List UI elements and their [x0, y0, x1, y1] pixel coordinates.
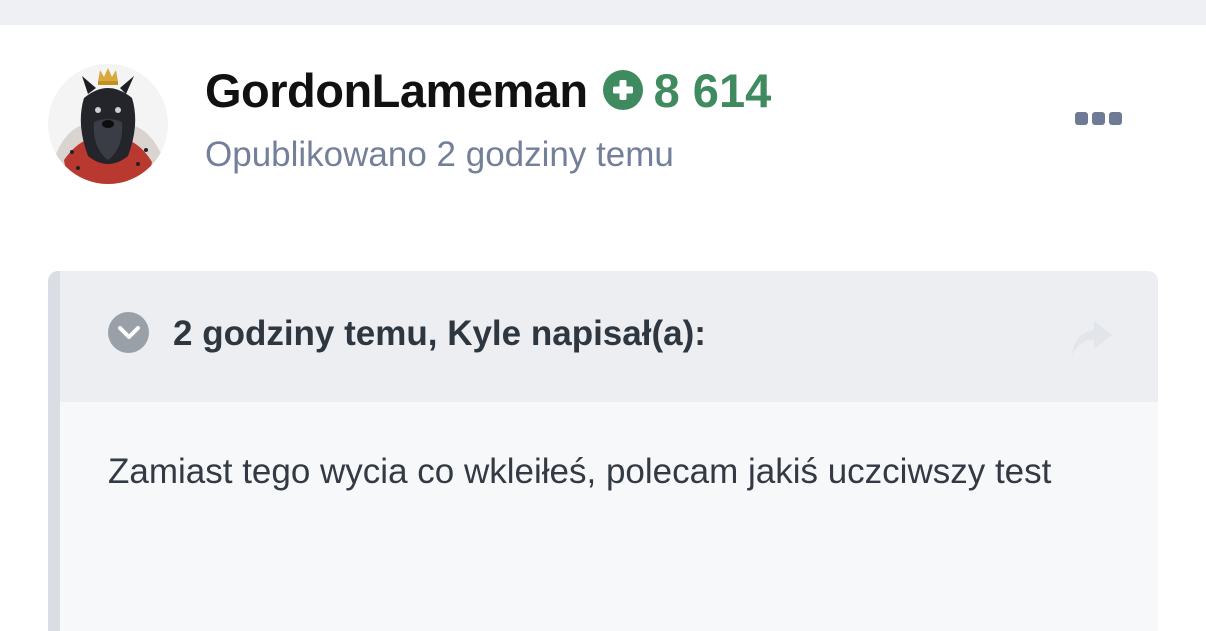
author-name[interactable]: GordonLameman — [205, 63, 588, 118]
plus-circle-icon — [602, 70, 643, 110]
reputation-badge[interactable]: 8 614 — [602, 63, 772, 118]
quote-citation[interactable]: 2 godziny temu, Kyle napisał(a): — [173, 314, 706, 354]
quote-body-text: Zamiast tego wycia co wkleiłeś, polecam … — [108, 452, 1052, 491]
more-options-button[interactable] — [1068, 106, 1128, 130]
avatar[interactable] — [48, 64, 168, 184]
quote-block: 2 godziny temu, Kyle napisał(a): Zamiast… — [48, 271, 1158, 631]
quote-toggle-button[interactable] — [108, 312, 149, 353]
post-timestamp[interactable]: Opublikowano 2 godziny temu — [205, 135, 674, 175]
top-strip — [0, 0, 1206, 25]
share-quote-button[interactable] — [1068, 319, 1114, 359]
share-arrow-icon — [1072, 321, 1112, 355]
avatar-image — [48, 64, 168, 184]
ellipsis-icon — [1074, 111, 1088, 125]
quote-header: 2 godziny temu, Kyle napisał(a): — [60, 271, 1158, 402]
reputation-count: 8 614 — [653, 63, 772, 117]
chevron-down-icon — [117, 325, 140, 339]
author-line: GordonLameman 8 614 — [205, 62, 771, 118]
